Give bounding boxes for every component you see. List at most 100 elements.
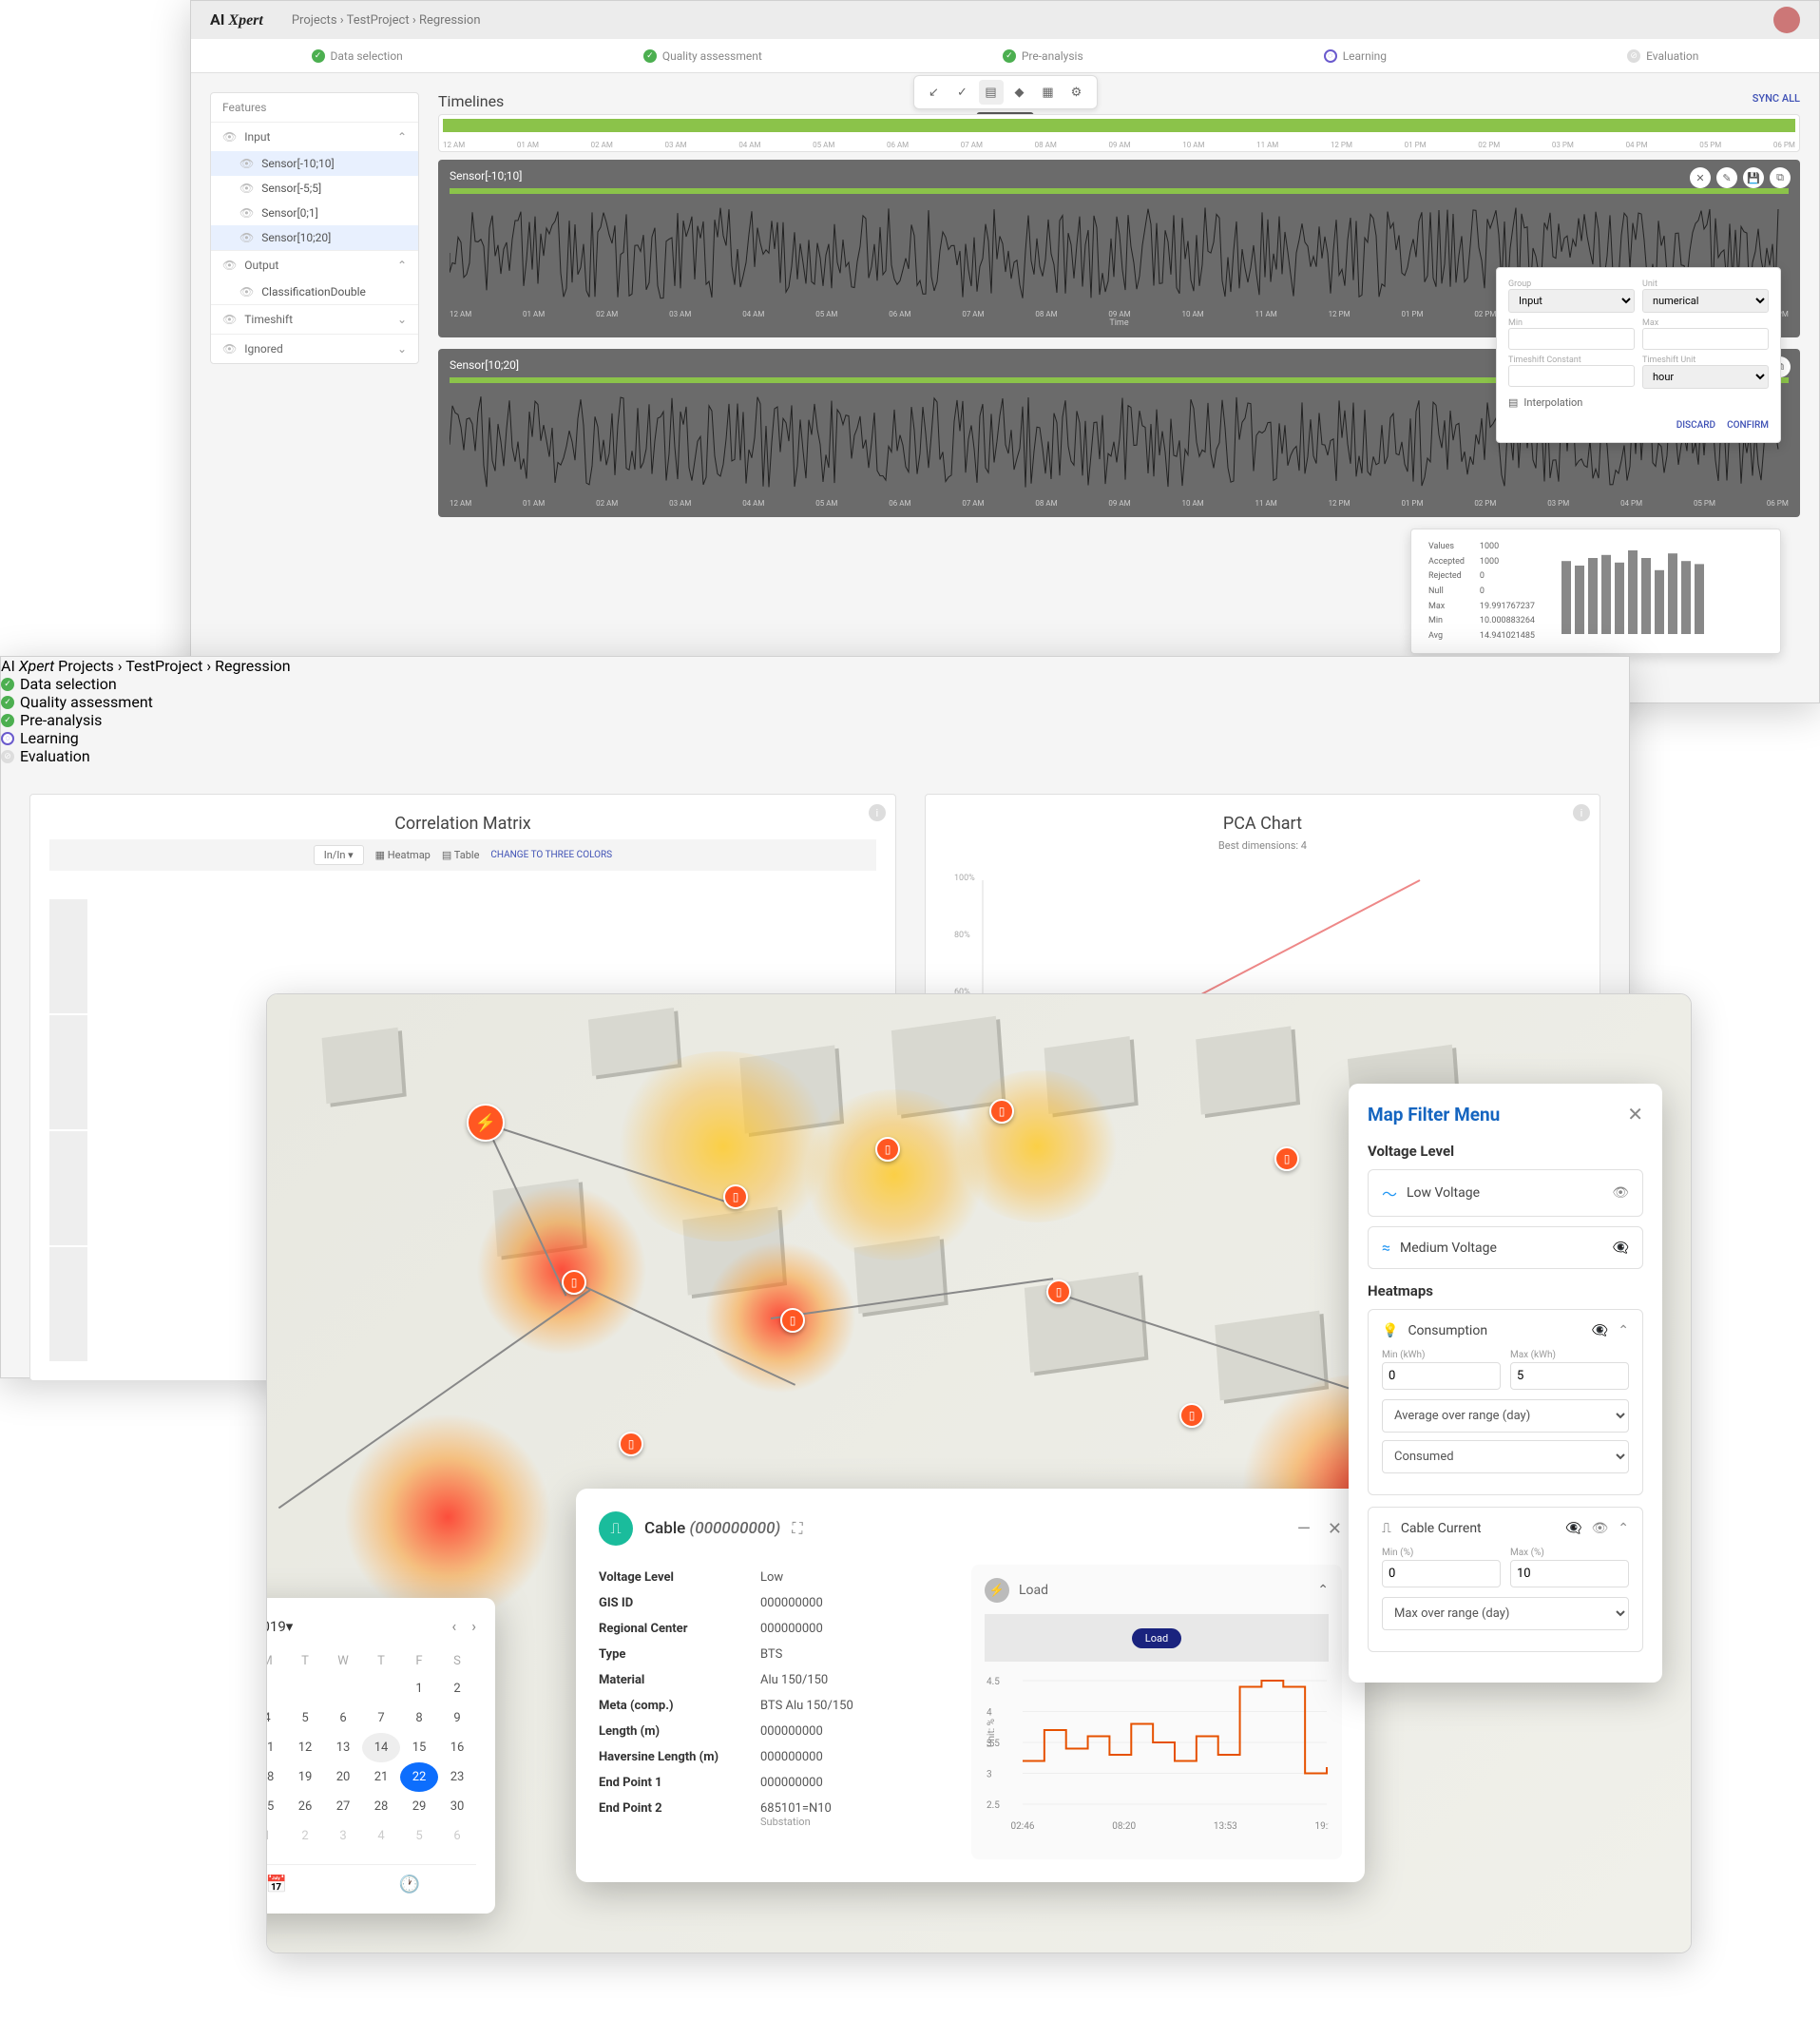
group-select[interactable]: Input (1508, 289, 1635, 313)
calendar-day[interactable]: 13 (324, 1733, 362, 1762)
consumption-range-select[interactable]: Average over range (day) (1382, 1399, 1629, 1433)
feature-item[interactable]: 👁Sensor[-10;10] (211, 151, 418, 176)
step-data-selection[interactable]: ✓Data selection (312, 49, 403, 63)
current-min-input[interactable] (1382, 1560, 1501, 1587)
calendar-day[interactable]: 28 (362, 1792, 400, 1821)
calendar-day[interactable]: 25 (266, 1792, 286, 1821)
confirm-button[interactable]: CONFIRM (1727, 420, 1769, 431)
calendar-day[interactable]: 6 (324, 1703, 362, 1733)
calendar-day[interactable]: 18 (266, 1762, 286, 1792)
edit-icon[interactable]: ✎ (1716, 167, 1737, 188)
consumption-min-input[interactable] (1382, 1362, 1501, 1390)
step-learning[interactable]: ◌Learning (1, 729, 1629, 747)
calendar-day[interactable]: 19 (286, 1762, 324, 1792)
timeshift-constant-input[interactable] (1508, 365, 1635, 387)
heatmap-toggle[interactable]: ▦ Heatmap (375, 849, 431, 861)
group-input[interactable]: 👁Input⌃ (211, 122, 418, 151)
step-quality[interactable]: ✓Quality assessment (1, 693, 1629, 711)
calendar-day[interactable]: 4 (266, 1703, 286, 1733)
map-node[interactable]: ▯ (1046, 1279, 1071, 1304)
calendar-day[interactable] (362, 1674, 400, 1703)
tool-settings[interactable]: ⚙ (1064, 80, 1089, 105)
eye-off-icon[interactable]: 👁‍🗨 (1613, 1241, 1629, 1256)
copy-icon[interactable]: ⧉ (1770, 167, 1791, 188)
step-preanalysis[interactable]: ✓Pre-analysis (1, 711, 1629, 729)
feature-item[interactable]: 👁Sensor[0;1] (211, 201, 418, 225)
tool-1[interactable]: ↙ (922, 80, 947, 105)
medium-voltage-option[interactable]: ≈Medium Voltage👁‍🗨 (1368, 1226, 1643, 1269)
table-toggle[interactable]: ▤ Table (442, 849, 480, 861)
breadcrumb[interactable]: Projects › TestProject › Regression (58, 657, 290, 675)
chevron-up-icon[interactable]: ⌃ (1618, 1323, 1629, 1338)
step-preanalysis[interactable]: ✓Pre-analysis (1003, 49, 1083, 63)
calendar-day[interactable]: 5 (286, 1703, 324, 1733)
calendar-day[interactable]: 4 (362, 1821, 400, 1851)
minimize-icon[interactable]: — (1297, 1519, 1311, 1539)
map-node[interactable]: ▯ (1179, 1403, 1204, 1428)
map-node[interactable]: ▯ (1274, 1146, 1299, 1171)
color-link[interactable]: CHANGE TO THREE COLORS (490, 850, 612, 860)
eye-off-icon[interactable]: 👁‍🗨 (1565, 1521, 1581, 1536)
calendar-day[interactable]: 2 (438, 1674, 476, 1703)
calendar-day[interactable]: 12 (286, 1733, 324, 1762)
calendar-day[interactable]: 8 (400, 1703, 438, 1733)
discard-button[interactable]: DISCARD (1676, 420, 1715, 431)
step-evaluation[interactable]: ⊘Evaluation (1627, 49, 1698, 63)
feature-item[interactable]: 👁Sensor[-5;5] (211, 176, 418, 201)
calendar-day[interactable]: 11 (266, 1733, 286, 1762)
calendar-day[interactable] (324, 1674, 362, 1703)
step-data-selection[interactable]: ✓Data selection (1, 675, 1629, 693)
calendar-day[interactable]: 2 (286, 1821, 324, 1851)
calendar-day[interactable]: 27 (324, 1792, 362, 1821)
consumption-max-input[interactable] (1510, 1362, 1629, 1390)
mode-select[interactable]: In/In ▾ (314, 845, 364, 865)
min-input[interactable] (1508, 328, 1635, 350)
close-icon[interactable]: ✕ (1328, 1519, 1342, 1539)
step-learning[interactable]: ◌Learning (1324, 49, 1387, 63)
map-node[interactable]: ▯ (562, 1270, 586, 1295)
calendar-day[interactable]: 14 (362, 1733, 400, 1762)
timeline-axis[interactable]: 12 AM01 AM02 AM03 AM04 AM05 AM06 AM07 AM… (438, 114, 1800, 152)
calendar-day[interactable]: 16 (438, 1733, 476, 1762)
load-pill[interactable]: Load (1132, 1628, 1181, 1648)
calendar-day[interactable]: 22 (400, 1762, 438, 1792)
calendar-day[interactable] (286, 1674, 324, 1703)
group-timeshift[interactable]: 👁Timeshift⌄ (211, 304, 418, 334)
calendar-day[interactable]: 1 (400, 1674, 438, 1703)
focus-icon[interactable]: ⛶ (792, 1519, 802, 1538)
calendar-day[interactable]: 7 (362, 1703, 400, 1733)
tool-4[interactable]: ◆ (1007, 80, 1032, 105)
max-input[interactable] (1642, 328, 1769, 350)
next-month-icon[interactable]: › (471, 1617, 476, 1635)
consumption-metric-select[interactable]: Consumed (1382, 1440, 1629, 1473)
map-node[interactable]: ▯ (723, 1184, 748, 1209)
calendar-day[interactable] (266, 1674, 286, 1703)
feature-item[interactable]: 👁ClassificationDouble (211, 279, 418, 304)
group-output[interactable]: 👁Output⌃ (211, 250, 418, 279)
step-evaluation[interactable]: ⊘Evaluation (1, 747, 1629, 765)
calendar-month[interactable]: March 2019 (266, 1618, 286, 1635)
current-max-input[interactable] (1510, 1560, 1629, 1587)
avatar[interactable] (1773, 7, 1800, 33)
current-range-select[interactable]: Max over range (day) (1382, 1597, 1629, 1630)
group-ignored[interactable]: 👁Ignored⌄ (211, 334, 418, 363)
tool-2[interactable]: ✓ (950, 80, 975, 105)
eye-icon[interactable]: 👁 (1612, 1185, 1629, 1201)
calendar-time-icon[interactable]: 🕐 (399, 1875, 420, 1895)
prev-month-icon[interactable]: ‹ (451, 1617, 456, 1635)
tool-compare[interactable]: ▤ (979, 80, 1004, 105)
calendar-day[interactable]: 1 (266, 1821, 286, 1851)
map-node-hub[interactable]: ⚡ (467, 1104, 505, 1142)
breadcrumb[interactable]: Projects › TestProject › Regression (292, 13, 481, 28)
expand-icon[interactable]: ✕ (1690, 167, 1711, 188)
calendar-day[interactable]: 29 (400, 1792, 438, 1821)
tool-5[interactable]: ▦ (1036, 80, 1061, 105)
calendar-day[interactable]: 5 (400, 1821, 438, 1851)
info-icon[interactable]: i (869, 804, 886, 821)
correlation-heatmap[interactable] (49, 878, 95, 1361)
save-icon[interactable]: 💾 (1743, 167, 1764, 188)
feature-item[interactable]: 👁Sensor[10;20] (211, 225, 418, 250)
calendar-day[interactable]: 9 (438, 1703, 476, 1733)
step-quality[interactable]: ✓Quality assessment (643, 49, 762, 63)
sync-all-button[interactable]: SYNC ALL (1753, 92, 1800, 105)
